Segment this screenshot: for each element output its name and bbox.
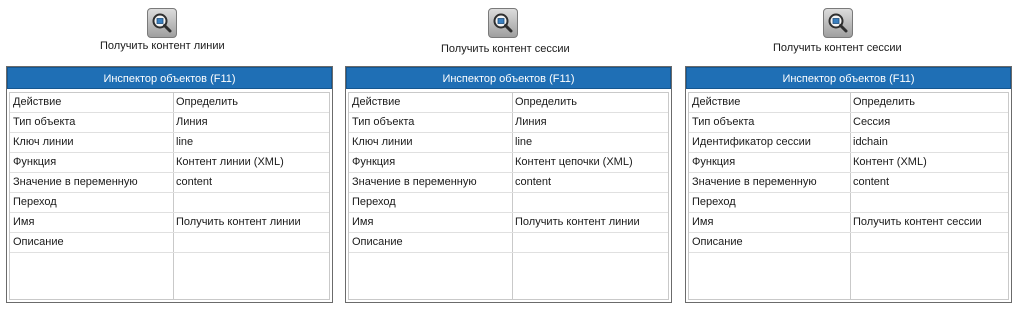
property-row-description[interactable]: Описание: [689, 233, 1008, 253]
property-value[interactable]: line: [176, 136, 193, 148]
node-caption: Получить контент линии: [100, 40, 225, 52]
property-value[interactable]: Линия: [515, 116, 547, 128]
property-key: Функция: [352, 156, 396, 168]
property-key: Описание: [13, 236, 64, 248]
property-value[interactable]: Сессия: [853, 116, 890, 128]
property-row-object-type[interactable]: Тип объекта Линия: [10, 113, 329, 133]
property-value[interactable]: line: [515, 136, 532, 148]
property-row-value-to-variable[interactable]: Значение в переменную content: [349, 173, 668, 193]
object-inspector: Инспектор объектов (F11) Действие Определ…: [345, 66, 672, 303]
property-value[interactable]: content: [176, 176, 212, 188]
property-row-session-id[interactable]: Идентификатор сессии idchain: [689, 133, 1008, 153]
property-row-name[interactable]: Имя Получить контент линии: [349, 213, 668, 233]
property-row-name[interactable]: Имя Получить контент линии: [10, 213, 329, 233]
property-key: Идентификатор сессии: [692, 136, 811, 148]
property-row-value-to-variable[interactable]: Значение в переменную content: [689, 173, 1008, 193]
property-row-action[interactable]: Действие Определить: [10, 93, 329, 113]
property-row-name[interactable]: Имя Получить контент сессии: [689, 213, 1008, 233]
object-inspector: Инспектор объектов (F11) Действие Определ…: [685, 66, 1012, 303]
property-key: Ключ линии: [352, 136, 413, 148]
property-grid: Действие Определить Тип объекта Линия Ключ…: [348, 92, 669, 300]
search-content-icon[interactable]: [488, 8, 518, 38]
property-value[interactable]: Контент линии (XML): [176, 156, 284, 168]
property-row-transition[interactable]: Переход: [10, 193, 329, 213]
property-row-action[interactable]: Действие Определить: [349, 93, 668, 113]
property-key: Значение в переменную: [352, 176, 477, 188]
property-row-object-type[interactable]: Тип объекта Линия: [349, 113, 668, 133]
property-key: Переход: [352, 196, 396, 208]
property-row-function[interactable]: Функция Контент (XML): [689, 153, 1008, 173]
property-value[interactable]: Получить контент линии: [176, 216, 301, 228]
property-key: Функция: [13, 156, 57, 168]
property-value[interactable]: Линия: [176, 116, 208, 128]
property-value[interactable]: Определить: [853, 96, 915, 108]
property-key: Имя: [692, 216, 714, 228]
search-content-icon-svg: [493, 13, 513, 33]
property-grid: Действие Определить Тип объекта Линия Ключ…: [9, 92, 330, 300]
property-row-object-type[interactable]: Тип объекта Сессия: [689, 113, 1008, 133]
property-key: Переход: [692, 196, 736, 208]
property-key: Тип объекта: [352, 116, 415, 128]
property-row-function[interactable]: Функция Контент линии (XML): [10, 153, 329, 173]
property-value[interactable]: Контент цепочки (XML): [515, 156, 633, 168]
property-row-transition[interactable]: Переход: [689, 193, 1008, 213]
property-key: Действие: [13, 96, 62, 108]
node-caption: Получить контент сессии: [441, 43, 570, 55]
property-row-line-key[interactable]: Ключ линии line: [10, 133, 329, 153]
object-inspector: Инспектор объектов (F11) Действие Определ…: [6, 66, 333, 303]
property-key: Имя: [13, 216, 35, 228]
search-content-icon[interactable]: [823, 8, 853, 38]
property-row-description[interactable]: Описание: [349, 233, 668, 253]
property-value[interactable]: idchain: [853, 136, 888, 148]
property-key: Тип объекта: [692, 116, 755, 128]
property-key: Имя: [352, 216, 374, 228]
property-value[interactable]: content: [515, 176, 551, 188]
inspector-title: Инспектор объектов (F11): [686, 67, 1011, 89]
property-key: Переход: [13, 196, 57, 208]
property-row-description[interactable]: Описание: [10, 233, 329, 253]
property-key: Функция: [692, 156, 736, 168]
inspector-title: Инспектор объектов (F11): [346, 67, 671, 89]
property-key: Действие: [692, 96, 741, 108]
property-key: Ключ линии: [13, 136, 74, 148]
property-key: Тип объекта: [13, 116, 76, 128]
search-content-icon-svg: [152, 13, 172, 33]
property-row-value-to-variable[interactable]: Значение в переменную content: [10, 173, 329, 193]
node-caption: Получить контент сессии: [773, 42, 902, 54]
property-value[interactable]: Контент (XML): [853, 156, 927, 168]
property-value[interactable]: content: [853, 176, 889, 188]
property-row-line-key[interactable]: Ключ линии line: [349, 133, 668, 153]
property-value[interactable]: Получить контент линии: [515, 216, 640, 228]
property-row-action[interactable]: Действие Определить: [689, 93, 1008, 113]
property-value[interactable]: Определить: [176, 96, 238, 108]
property-value[interactable]: Определить: [515, 96, 577, 108]
property-row-function[interactable]: Функция Контент цепочки (XML): [349, 153, 668, 173]
search-content-icon[interactable]: [147, 8, 177, 38]
inspector-title: Инспектор объектов (F11): [7, 67, 332, 89]
search-content-icon-svg: [828, 13, 848, 33]
property-key: Значение в переменную: [13, 176, 138, 188]
property-row-transition[interactable]: Переход: [349, 193, 668, 213]
property-key: Действие: [352, 96, 401, 108]
property-key: Описание: [352, 236, 403, 248]
property-key: Описание: [692, 236, 743, 248]
property-key: Значение в переменную: [692, 176, 817, 188]
property-grid: Действие Определить Тип объекта Сессия Иде…: [688, 92, 1009, 300]
property-value[interactable]: Получить контент сессии: [853, 216, 982, 228]
